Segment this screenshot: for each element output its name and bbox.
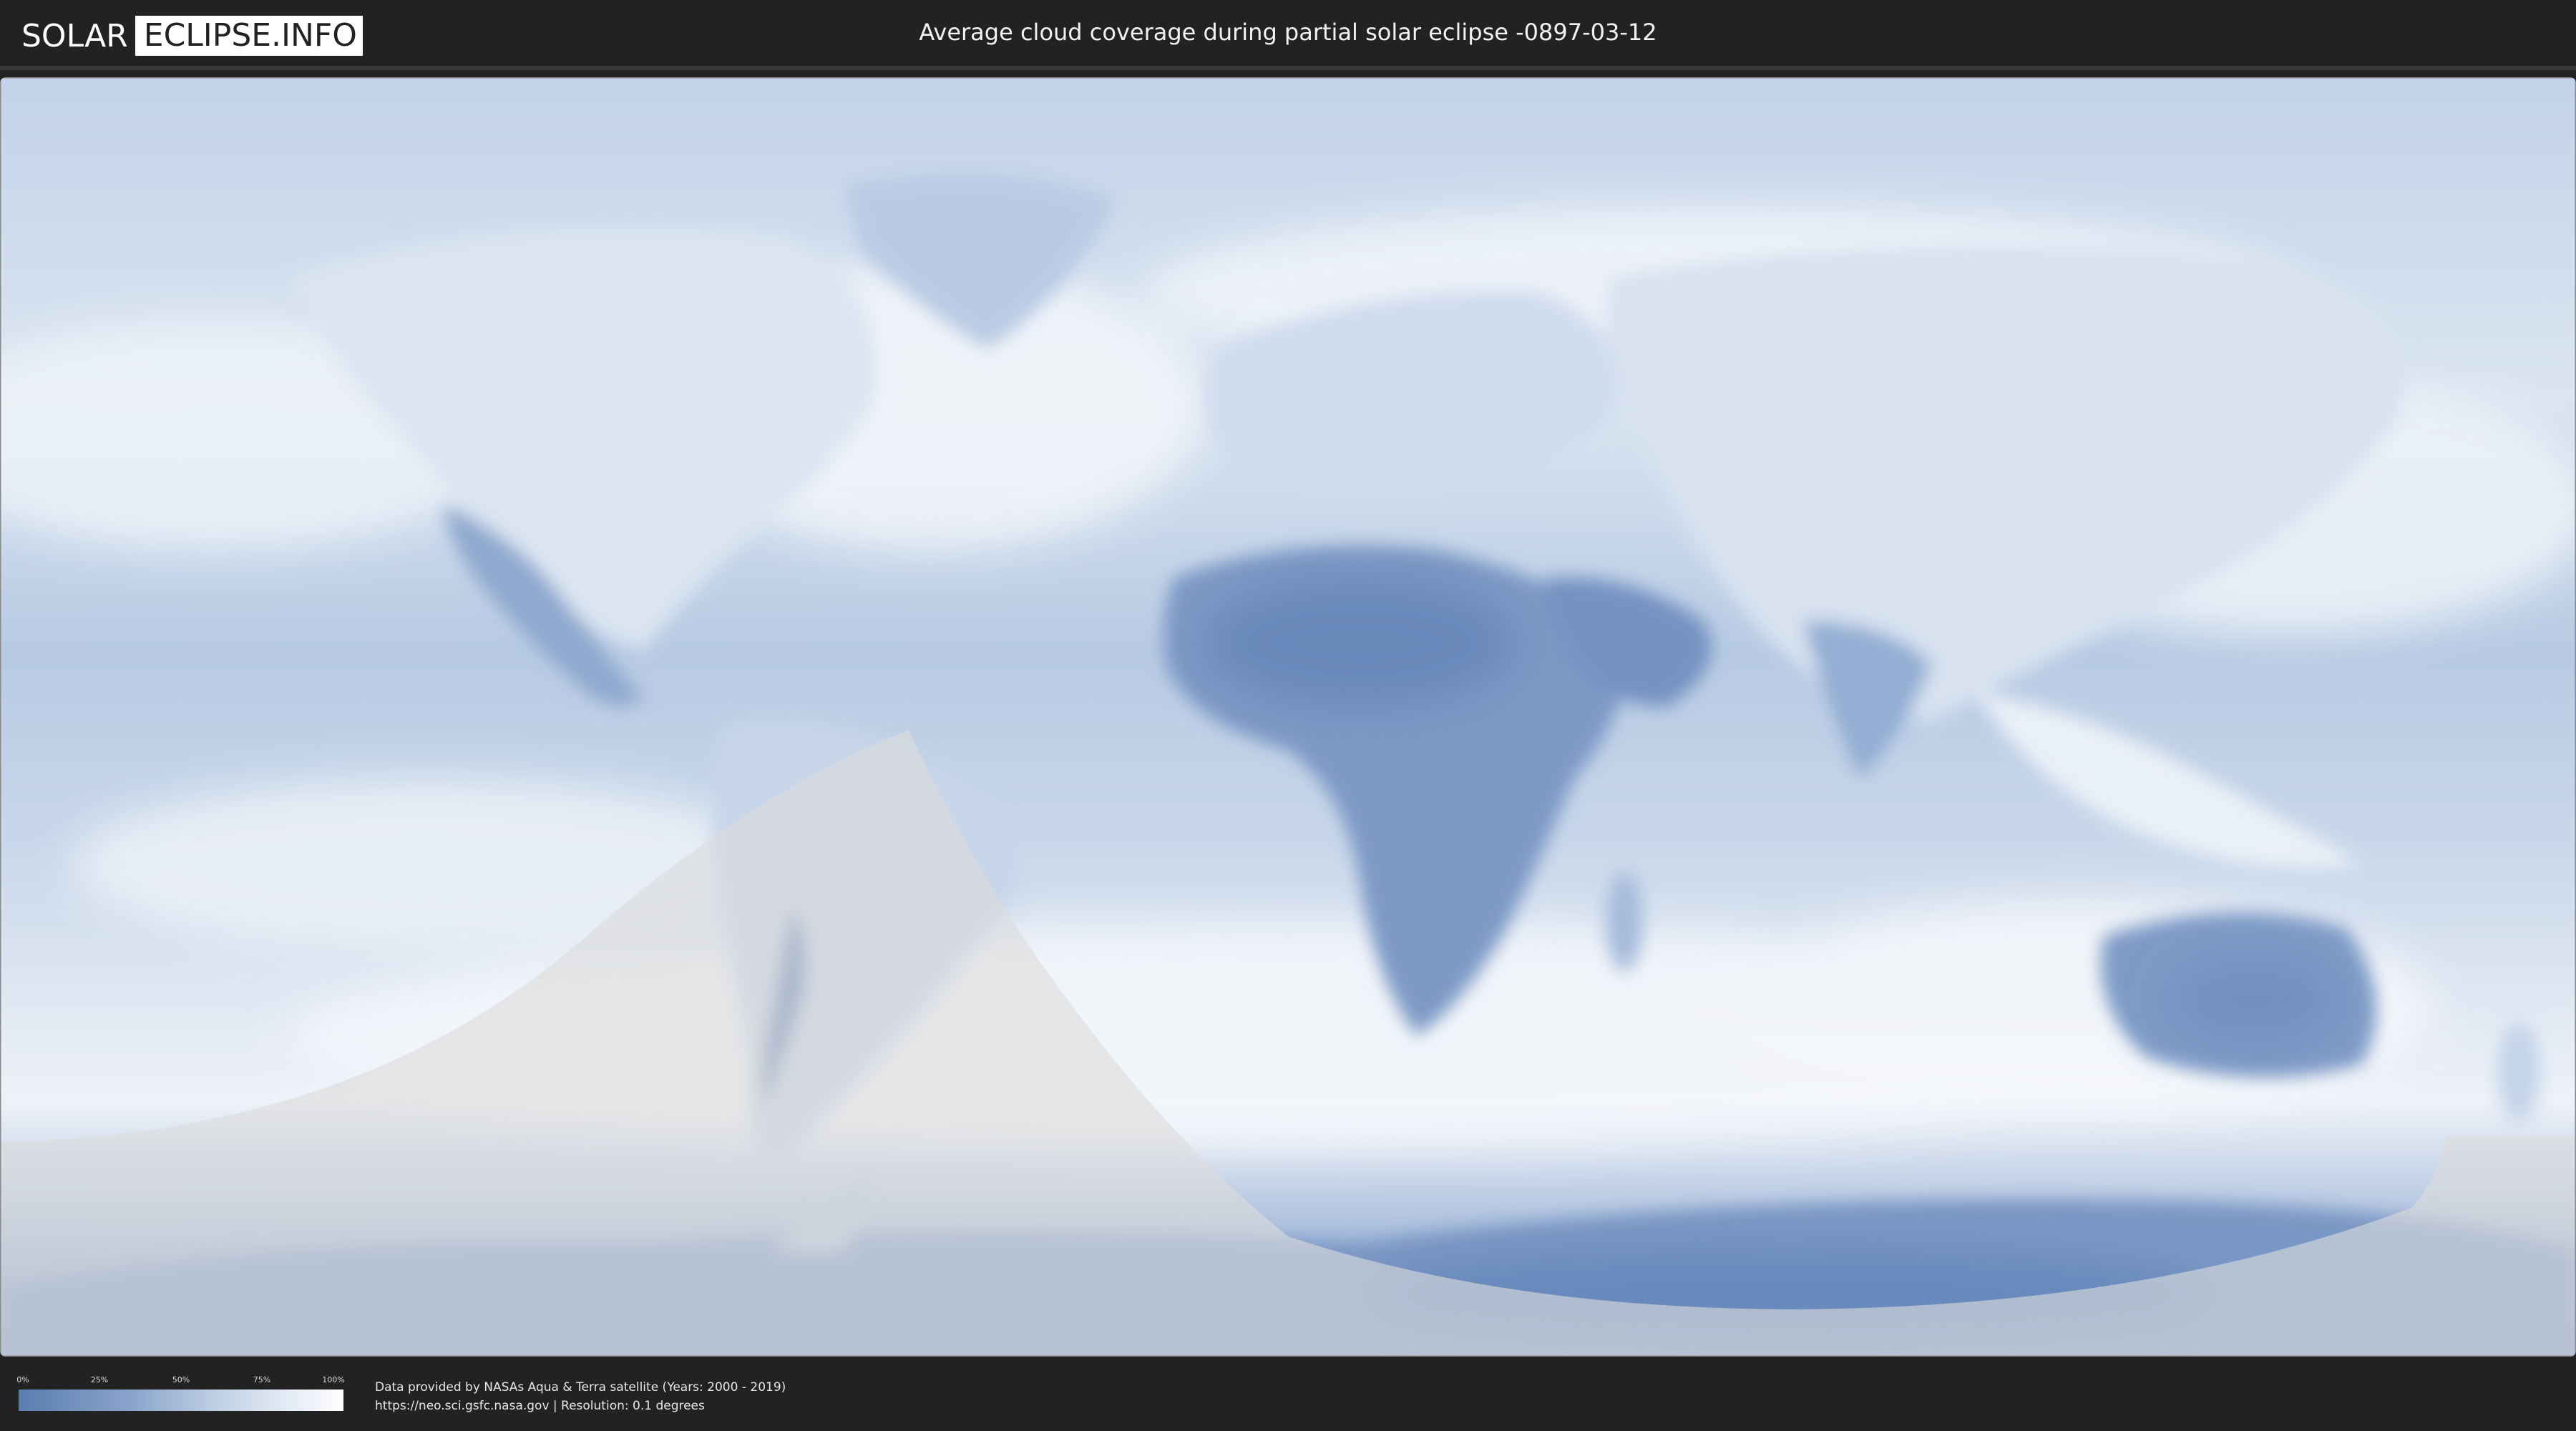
page: SOLAR ECLIPSE.INFO Average cloud coverag…: [0, 0, 2576, 1431]
credit-line-source: Data provided by NASAs Aqua & Terra sate…: [375, 1380, 786, 1395]
legend-tick-0: 0%: [16, 1375, 29, 1384]
new-zealand: [2497, 1022, 2540, 1122]
credit-line-url[interactable]: https://neo.sci.gsfc.nasa.gov | Resoluti…: [375, 1397, 786, 1415]
header: SOLAR ECLIPSE.INFO Average cloud coverag…: [0, 0, 2576, 70]
legend-tick-50: 50%: [172, 1375, 190, 1384]
legend-tick-75: 75%: [253, 1375, 271, 1384]
legend-gradient-bar: [19, 1390, 343, 1411]
cloud-coverage-map[interactable]: [0, 77, 2576, 1357]
madagascar: [1606, 871, 1643, 972]
data-credits: Data provided by NASAs Aqua & Terra sate…: [375, 1378, 786, 1415]
legend-tick-100: 100%: [322, 1375, 345, 1384]
footer: 0% 25% 50% 75% 100% Data provided by NAS…: [0, 1357, 2576, 1431]
legend-tick-25: 25%: [90, 1375, 109, 1384]
page-title: Average cloud coverage during partial so…: [919, 19, 1657, 46]
cloud-coverage-legend: 0% 25% 50% 75% 100%: [16, 1375, 345, 1415]
